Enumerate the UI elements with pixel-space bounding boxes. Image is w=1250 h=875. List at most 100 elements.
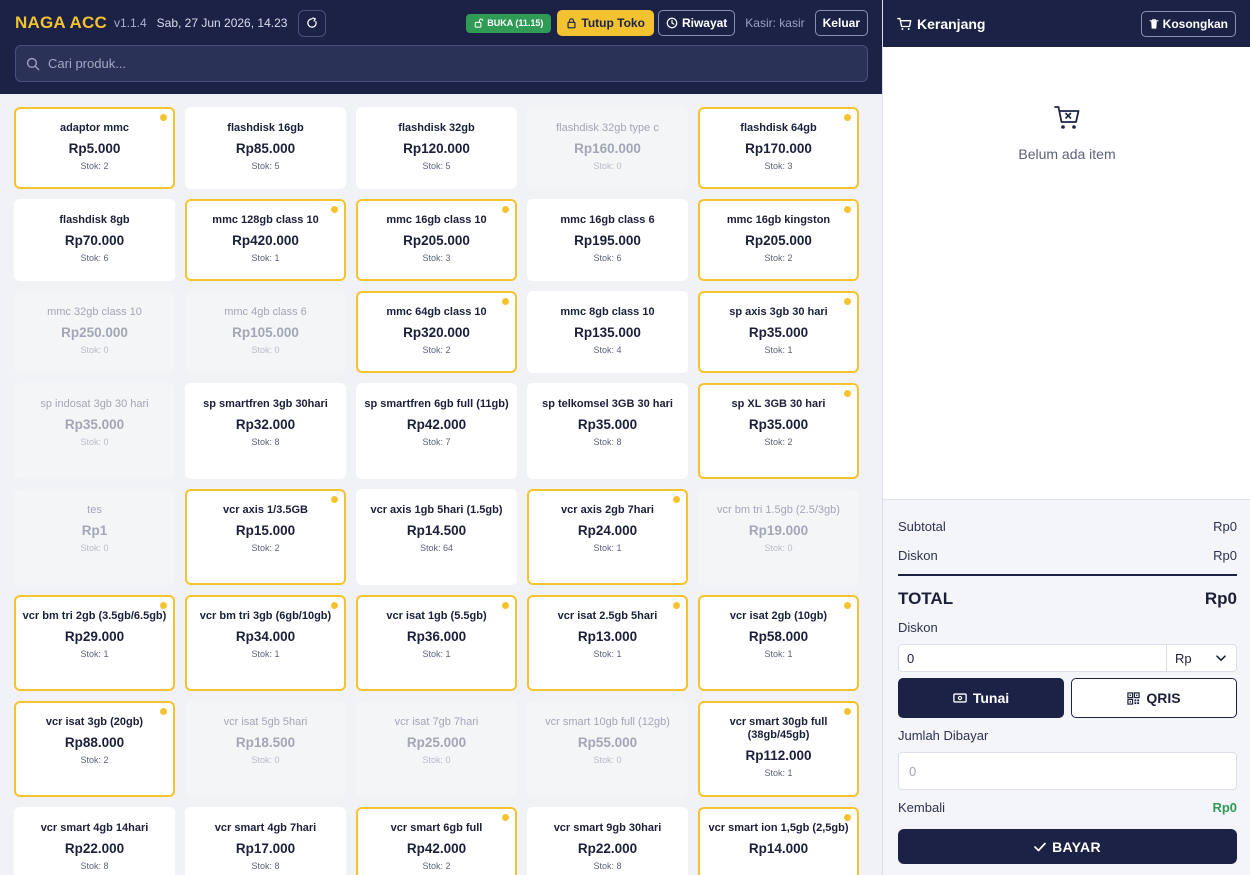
product-stock: Stok: 5 — [422, 161, 451, 171]
product-card[interactable]: vcr smart 30gb full (38gb/45gb) Rp112.000… — [698, 701, 859, 797]
product-card[interactable]: vcr smart 6gb full Rp42.000 Stok: 2 — [356, 807, 517, 875]
product-card[interactable]: mmc 32gb class 10 Rp250.000 Stok: 0 — [14, 291, 175, 373]
product-card[interactable]: flashdisk 32gb Rp120.000 Stok: 5 — [356, 107, 517, 189]
product-card[interactable]: mmc 128gb class 10 Rp420.000 Stok: 1 — [185, 199, 346, 281]
low-stock-indicator — [160, 602, 167, 609]
low-stock-indicator — [502, 602, 509, 609]
product-price: Rp55.000 — [577, 735, 638, 750]
clear-cart-button[interactable]: Kosongkan — [1140, 10, 1236, 37]
pay-button[interactable]: BAYAR — [898, 829, 1237, 864]
product-card[interactable]: vcr isat 2gb (10gb) Rp58.000 Stok: 1 — [698, 595, 859, 691]
product-card[interactable]: sp smartfren 6gb full (11gb) Rp42.000 Stok… — [356, 383, 517, 479]
product-card[interactable]: vcr axis 1/3.5GB Rp15.000 Stok: 2 — [185, 489, 346, 585]
product-card[interactable]: mmc 16gb class 6 Rp195.000 Stok: 6 — [527, 199, 688, 281]
product-name: flashdisk 16gb — [227, 122, 304, 134]
product-card[interactable]: mmc 64gb class 10 Rp320.000 Stok: 2 — [356, 291, 517, 373]
product-stock: Stok: 5 — [251, 161, 280, 171]
app-brand: NAGA ACC — [15, 13, 107, 32]
low-stock-indicator — [331, 496, 338, 503]
refresh-button[interactable] — [298, 9, 327, 37]
search-input[interactable] — [48, 56, 828, 71]
product-card[interactable]: mmc 4gb class 6 Rp105.000 Stok: 0 — [185, 291, 346, 373]
product-card[interactable]: vcr isat 7gb 7hari Rp25.000 Stok: 0 — [356, 701, 517, 797]
product-card[interactable]: sp smartfren 3gb 30hari Rp32.000 Stok: 8 — [185, 383, 346, 479]
logout-button[interactable]: Keluar — [814, 10, 868, 36]
product-card[interactable]: sp telkomsel 3GB 30 hari Rp35.000 Stok: 8 — [527, 383, 688, 479]
qris-payment-button[interactable]: QRIS — [1071, 678, 1237, 718]
low-stock-indicator — [844, 390, 851, 397]
store-open-label: BUKA (11.15) — [487, 18, 544, 28]
amount-paid-input[interactable] — [898, 752, 1237, 790]
close-store-button[interactable]: Tutup Toko — [557, 10, 654, 36]
product-stock: Stok: 6 — [593, 253, 622, 263]
product-price: Rp195.000 — [574, 233, 641, 248]
product-card[interactable]: vcr smart 4gb 7hari Rp17.000 Stok: 8 — [185, 807, 346, 875]
discount-unit-select[interactable]: Rp — [1166, 645, 1236, 671]
product-price: Rp5.000 — [68, 141, 121, 156]
amount-paid-label: Jumlah Dibayar — [898, 728, 989, 743]
product-price: Rp1 — [81, 523, 108, 538]
product-name: vcr smart 10gb full (12gb) — [545, 716, 670, 728]
product-card[interactable]: vcr isat 2.5gb 5hari Rp13.000 Stok: 1 — [527, 595, 688, 691]
total-label: TOTAL — [898, 589, 954, 608]
product-card[interactable]: vcr smart 9gb 30hari Rp22.000 Stok: 8 — [527, 807, 688, 875]
total-divider — [898, 574, 1237, 576]
product-card[interactable]: vcr smart ion 1,5gb (2,5gb) Rp14.000 — [698, 807, 859, 875]
product-price: Rp35.000 — [748, 417, 809, 432]
product-card[interactable]: sp indosat 3gb 30 hari Rp35.000 Stok: 0 — [14, 383, 175, 479]
product-price: Rp15.000 — [235, 523, 296, 538]
history-button[interactable]: Riwayat — [657, 10, 736, 36]
product-card[interactable]: vcr bm tri 3gb (6gb/10gb) Rp34.000 Stok: 1 — [185, 595, 346, 691]
low-stock-indicator — [502, 814, 509, 821]
product-name: sp axis 3gb 30 hari — [729, 306, 828, 318]
product-stock: Stok: 3 — [764, 161, 793, 171]
product-card[interactable]: vcr bm tri 2gb (3.5gb/6.5gb) Rp29.000 Stok… — [14, 595, 175, 691]
product-stock: Stok: 1 — [251, 253, 280, 263]
product-stock: Stok: 1 — [764, 768, 793, 778]
product-stock: Stok: 0 — [764, 543, 793, 553]
product-card[interactable]: vcr axis 2gb 7hari Rp24.000 Stok: 1 — [527, 489, 688, 585]
product-card[interactable]: vcr isat 3gb (20gb) Rp88.000 Stok: 2 — [14, 701, 175, 797]
product-price: Rp105.000 — [232, 325, 299, 340]
product-card[interactable]: vcr smart 10gb full (12gb) Rp55.000 Stok: … — [527, 701, 688, 797]
product-card[interactable]: vcr smart 4gb 14hari Rp22.000 Stok: 8 — [14, 807, 175, 875]
product-stock: Stok: 0 — [251, 755, 280, 765]
product-price: Rp85.000 — [235, 141, 296, 156]
product-card[interactable]: sp XL 3GB 30 hari Rp35.000 Stok: 2 — [698, 383, 859, 479]
discount-input[interactable]: 0 — [899, 651, 1166, 666]
product-name: vcr bm tri 2gb (3.5gb/6.5gb) — [22, 610, 167, 622]
banknote-icon — [953, 693, 967, 703]
product-name: flashdisk 32gb type c — [556, 122, 659, 134]
product-name: flashdisk 32gb — [398, 122, 475, 134]
product-card[interactable]: adaptor mmc Rp5.000 Stok: 2 — [14, 107, 175, 189]
cash-payment-button[interactable]: Tunai — [898, 678, 1064, 718]
product-name: sp smartfren 6gb full (11gb) — [364, 398, 509, 410]
product-card[interactable]: flashdisk 16gb Rp85.000 Stok: 5 — [185, 107, 346, 189]
product-card[interactable]: vcr isat 5gb 5hari Rp18.500 Stok: 0 — [185, 701, 346, 797]
product-card[interactable]: mmc 16gb kingston Rp205.000 Stok: 2 — [698, 199, 859, 281]
product-stock: Stok: 2 — [422, 861, 451, 871]
product-card[interactable]: vcr axis 1gb 5hari (1.5gb) Rp14.500 Stok: … — [356, 489, 517, 585]
product-card[interactable]: tes Rp1 Stok: 0 — [14, 489, 175, 585]
cash-payment-label: Tunai — [972, 690, 1010, 706]
product-card[interactable]: flashdisk 8gb Rp70.000 Stok: 6 — [14, 199, 175, 281]
qris-payment-label: QRIS — [1146, 690, 1181, 706]
product-price: Rp17.000 — [235, 841, 296, 856]
product-card[interactable]: vcr bm tri 1.5gb (2.5/3gb) Rp19.000 Stok: … — [698, 489, 859, 585]
product-card[interactable]: vcr isat 1gb (5.5gb) Rp36.000 Stok: 1 — [356, 595, 517, 691]
store-open-badge: BUKA (11.15) — [466, 13, 552, 33]
product-price: Rp120.000 — [403, 141, 470, 156]
product-card[interactable]: flashdisk 32gb type c Rp160.000 Stok: 0 — [527, 107, 688, 189]
product-card[interactable]: sp axis 3gb 30 hari Rp35.000 Stok: 1 — [698, 291, 859, 373]
product-stock: Stok: 64 — [419, 543, 454, 553]
low-stock-indicator — [844, 206, 851, 213]
product-card[interactable]: mmc 8gb class 10 Rp135.000 Stok: 4 — [527, 291, 688, 373]
pay-label: BAYAR — [1052, 838, 1101, 855]
product-price: Rp14.500 — [406, 523, 467, 538]
product-stock: Stok: 1 — [764, 345, 793, 355]
product-card[interactable]: mmc 16gb class 10 Rp205.000 Stok: 3 — [356, 199, 517, 281]
product-card[interactable]: flashdisk 64gb Rp170.000 Stok: 3 — [698, 107, 859, 189]
product-price: Rp35.000 — [64, 417, 125, 432]
product-name: vcr isat 7gb 7hari — [394, 716, 479, 728]
product-stock: Stok: 8 — [593, 861, 622, 871]
